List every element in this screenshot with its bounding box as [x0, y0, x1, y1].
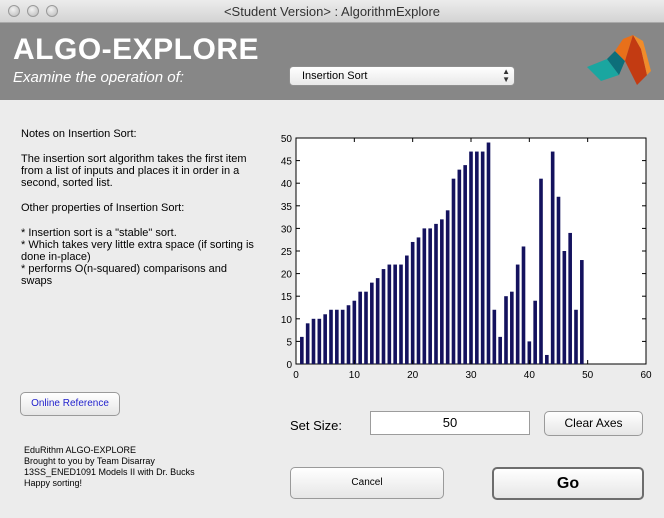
examine-subtitle: Examine the operation of: [13, 69, 184, 86]
data-bar [346, 305, 351, 364]
y-tick-label: 20 [281, 270, 293, 281]
data-bar [515, 264, 520, 364]
data-bar [574, 309, 578, 364]
y-tick-label: 5 [286, 337, 292, 348]
cancel-button[interactable]: Cancel [290, 467, 444, 499]
set-size-input[interactable]: 50 [370, 411, 530, 435]
data-bar [387, 264, 392, 364]
data-bar [434, 223, 438, 364]
data-bar [492, 309, 497, 364]
data-bar [486, 142, 491, 364]
data-bar [428, 228, 432, 364]
data-bar [340, 309, 345, 364]
data-bar [580, 260, 584, 364]
y-tick-label: 10 [281, 315, 293, 326]
data-bar [451, 178, 456, 364]
data-bar [422, 228, 427, 364]
data-bar [381, 269, 386, 364]
data-bar [416, 237, 421, 364]
data-bar [533, 300, 537, 364]
select-arrows-icon: ▲ ▼ [502, 67, 510, 84]
property-item: * Insertion sort is a "stable" sort. [21, 227, 177, 239]
y-tick-label: 15 [281, 292, 293, 303]
data-bar [463, 165, 467, 364]
data-bar [393, 264, 397, 364]
y-tick-label: 45 [281, 157, 293, 168]
data-bar [323, 314, 327, 364]
data-bar [562, 251, 567, 364]
x-tick-label: 0 [293, 370, 299, 380]
data-bar [410, 241, 415, 364]
property-item: * performs O(n-squared) comparisons and … [21, 263, 228, 287]
notes-panel: Notes on Insertion Sort: The insertion s… [21, 128, 261, 287]
sort-bar-chart: 0 5 10 15 20 25 30 35 40 45 50 0 10 20 30 40 50 60 [281, 134, 652, 380]
data-bar [364, 291, 368, 364]
property-item: * Which takes very little extra space (i… [21, 239, 254, 263]
data-bar [480, 151, 485, 364]
window-titlebar: <Student Version> : AlgorithmExplore [0, 0, 664, 23]
notes-description: The insertion sort algorithm takes the f… [21, 153, 247, 189]
header-banner: ALGO-EXPLORE Examine the operation of: I… [0, 23, 664, 100]
data-bar [335, 309, 339, 364]
data-bar [445, 210, 450, 364]
credits: EduRithm ALGO-EXPLORE Brought to you by … [24, 445, 195, 489]
data-bar [440, 219, 444, 364]
online-reference-button[interactable]: Online Reference [20, 392, 120, 416]
x-tick-label: 60 [640, 370, 652, 380]
data-bar [550, 151, 555, 364]
y-tick-label: 30 [281, 224, 293, 235]
matlab-logo-icon [587, 35, 651, 85]
data-bar [521, 246, 526, 364]
data-bar [329, 309, 333, 364]
y-tick-label: 50 [281, 134, 293, 145]
window-title: <Student Version> : AlgorithmExplore [223, 4, 441, 19]
data-bar [556, 196, 561, 364]
credits-line: 13SS_ENED1091 Models II with Dr. Bucks [24, 467, 195, 477]
data-bar [510, 291, 514, 364]
data-bar [504, 296, 508, 364]
algorithm-select-value: Insertion Sort [302, 70, 368, 82]
data-bar [370, 282, 374, 364]
x-tick-label: 30 [465, 370, 477, 380]
data-bar [457, 169, 462, 364]
y-tick-label: 0 [286, 360, 292, 371]
x-tick-label: 20 [407, 370, 419, 380]
data-bar [375, 278, 380, 364]
y-tick-label: 35 [281, 202, 293, 213]
credits-line: EduRithm ALGO-EXPLORE [24, 445, 137, 455]
data-bar [358, 291, 362, 364]
properties-heading: Other properties of Insertion Sort: [21, 202, 185, 214]
data-bar [405, 255, 409, 364]
x-tick-label: 50 [582, 370, 594, 380]
data-bar [545, 354, 549, 364]
algorithm-select[interactable]: Insertion Sort ▲ ▼ [289, 66, 515, 86]
data-bar [305, 323, 310, 364]
x-tick-label: 10 [349, 370, 361, 380]
set-size-label: Set Size: [290, 418, 343, 433]
y-tick-label: 40 [281, 179, 293, 190]
data-bar [568, 232, 572, 364]
data-bar [300, 336, 304, 364]
data-bar [498, 336, 502, 364]
y-tick-label: 25 [281, 247, 293, 258]
credits-line: Happy sorting! [24, 478, 83, 488]
data-bar [469, 151, 473, 364]
go-button[interactable]: Go [492, 467, 644, 500]
data-bar [539, 178, 543, 364]
notes-heading: Notes on Insertion Sort: [21, 128, 137, 140]
x-tick-label: 40 [524, 370, 536, 380]
data-bar [317, 318, 322, 364]
data-bar [399, 264, 403, 364]
data-bar [475, 151, 479, 364]
app-title: ALGO-EXPLORE [13, 33, 260, 66]
clear-axes-button[interactable]: Clear Axes [544, 411, 643, 436]
data-bar [352, 300, 357, 364]
credits-line: Brought to you by Team Disarray [24, 456, 155, 466]
data-bar [311, 318, 316, 364]
